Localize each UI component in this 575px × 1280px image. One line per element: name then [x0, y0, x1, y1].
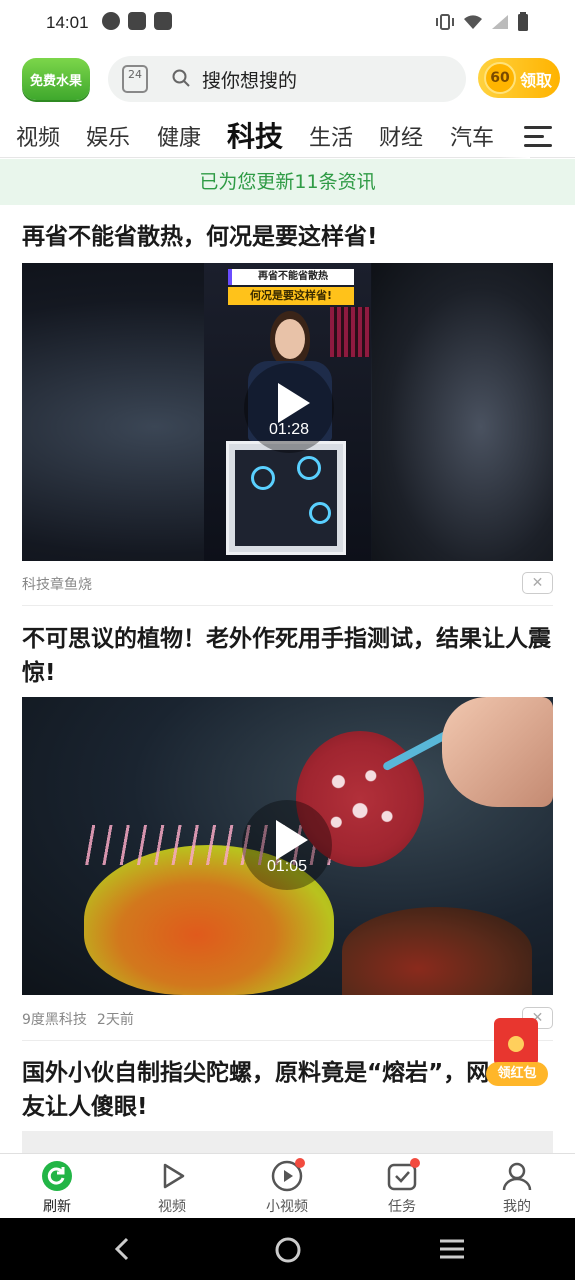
red-envelope-icon [494, 1018, 538, 1066]
search-icon [172, 69, 190, 87]
nav-label: 小视频 [266, 1199, 308, 1215]
article-time: 2天前 [96, 1012, 134, 1028]
divider [22, 605, 553, 606]
nav-video[interactable]: 视频 [132, 1160, 212, 1216]
mail-notification-icon [154, 12, 172, 30]
app-header: 免费水果 24 搜你想搜的 60 领取 [0, 48, 575, 110]
video-duration: 01:28 [268, 421, 310, 438]
bottom-navigation: 刷新 视频 小视频 任务 我的 [0, 1153, 575, 1218]
dismiss-button[interactable]: ✕ [522, 572, 553, 594]
coin-reward-button[interactable]: 60 领取 [478, 58, 560, 98]
nav-short-video[interactable]: 小视频 [247, 1158, 327, 1216]
play-icon [276, 820, 308, 860]
video-thumbnail[interactable]: 01:05 [22, 697, 553, 995]
tab-technology[interactable]: 科技 [227, 115, 283, 155]
tab-finance[interactable]: 财经 [379, 120, 423, 152]
nav-profile[interactable]: 我的 [477, 1160, 557, 1216]
notification-dot [295, 1158, 305, 1168]
article-thumbnail-placeholder[interactable] [22, 1131, 553, 1153]
short-video-icon [271, 1158, 305, 1192]
article-source: 9度黑科技 [22, 1012, 87, 1028]
divider [22, 1040, 553, 1041]
coin-claim-label: 领取 [520, 71, 553, 90]
category-tabs: 视频 娱乐 健康 科技 生活 财经 汽车 [0, 112, 575, 158]
article-source: 科技章鱼烧 [22, 577, 92, 593]
refresh-icon [41, 1160, 73, 1192]
notification-icons [102, 12, 172, 30]
play-button[interactable]: 01:28 [244, 363, 334, 453]
second-plant [342, 907, 532, 995]
caption-line-2: 何况是要这样省! [228, 287, 354, 305]
home-icon[interactable] [274, 1236, 302, 1264]
tab-auto[interactable]: 汽车 [450, 120, 494, 152]
play-icon [278, 383, 310, 423]
article-title[interactable]: 不可思议的植物！老外作死用手指测试，结果让人震惊! [22, 622, 552, 690]
red-packet-button[interactable]: 领红包 [486, 1018, 548, 1088]
play-button[interactable]: 01:05 [242, 800, 332, 890]
caption-box: 再省不能省散热 何况是要这样省! [228, 269, 354, 305]
tab-life[interactable]: 生活 [309, 120, 353, 152]
article-title[interactable]: 国外小伙自制指尖陀螺，原料竟是“熔岩”，网友让人傻眼! [22, 1056, 492, 1124]
thumbnail-right-shade [372, 263, 553, 561]
recents-icon[interactable] [438, 1237, 466, 1261]
nav-tasks[interactable]: 任务 [362, 1158, 442, 1216]
video-duration: 01:05 [266, 858, 308, 875]
finger [442, 697, 553, 807]
status-time: 14:01 [46, 13, 89, 32]
wifi-icon [464, 15, 482, 29]
video-thumbnail[interactable]: 再省不能省散热 何况是要这样省! 01:28 [22, 263, 553, 561]
free-fruit-logo[interactable]: 免费水果 [22, 58, 90, 100]
caption-line-1: 再省不能省散热 [228, 269, 354, 285]
nav-label: 我的 [503, 1199, 531, 1215]
notification-dot [410, 1158, 420, 1168]
signal-icon [492, 15, 508, 29]
check-notification-icon [102, 12, 120, 30]
calendar-day: 24 [128, 68, 142, 81]
tab-entertainment[interactable]: 娱乐 [86, 120, 130, 152]
update-banner: 已为您更新11条资讯 [0, 159, 575, 205]
search-placeholder: 搜你想搜的 [202, 70, 298, 92]
profile-icon [501, 1160, 533, 1192]
status-bar: 14:01 [0, 0, 575, 48]
vibrate-icon [436, 14, 454, 30]
coin-icon: 60 [484, 62, 516, 94]
system-status-icons [435, 12, 529, 32]
red-packet-label: 领红包 [486, 1062, 548, 1086]
search-bar[interactable]: 24 搜你想搜的 [108, 56, 466, 102]
pc-case [226, 441, 346, 555]
menu-icon[interactable] [524, 126, 552, 153]
nav-label: 视频 [158, 1199, 186, 1215]
tab-health[interactable]: 健康 [157, 120, 201, 152]
battery-icon [518, 12, 528, 31]
nav-refresh[interactable]: 刷新 [17, 1160, 97, 1216]
back-icon[interactable] [112, 1237, 132, 1261]
mail-notification-icon [128, 12, 146, 30]
neon-sign [330, 307, 370, 357]
nav-label: 任务 [388, 1199, 416, 1215]
calendar-icon[interactable]: 24 [122, 65, 148, 93]
article-meta: 科技章鱼烧 [22, 574, 92, 594]
video-play-icon [156, 1160, 188, 1192]
article-meta: 9度黑科技 2天前 [22, 1009, 134, 1029]
article-title[interactable]: 再省不能省散热，何况是要这样省! [22, 220, 552, 254]
tab-video[interactable]: 视频 [16, 120, 60, 152]
system-navigation-bar [0, 1218, 575, 1280]
nav-label: 刷新 [43, 1199, 71, 1215]
task-icon [386, 1158, 420, 1192]
